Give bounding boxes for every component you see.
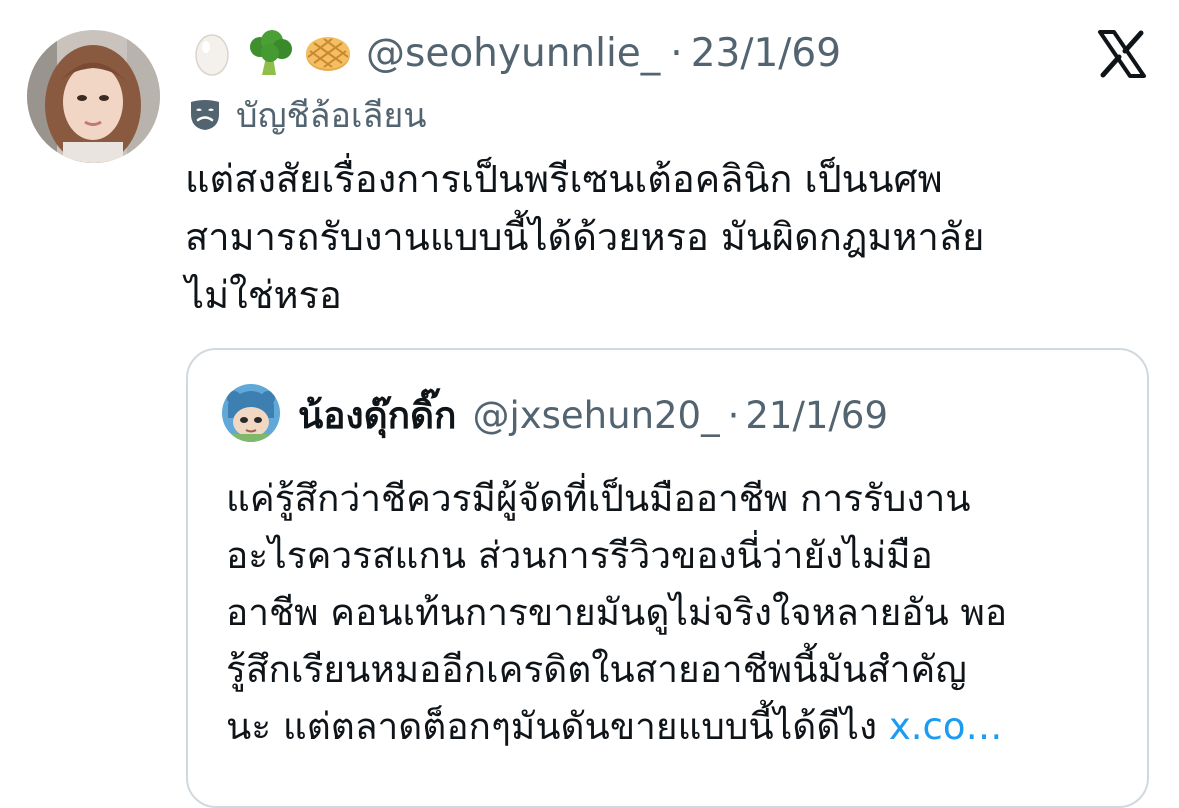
quoted-text-line-last: นะ แต่ตลาดต็อกๆมันดันขายแบบนี้ได้ดีไง x.…: [226, 698, 1126, 755]
tweet-header: @seohyunnlie_ · 23/1/69: [188, 24, 841, 82]
quoted-text-line: อะไรควรสแกน ส่วนการรีวิวของนี่ว่ายังไม่ม…: [226, 534, 933, 577]
tweet-text-line: ไม่ใช่หรอ: [185, 273, 342, 317]
quoted-text-line: นะ แต่ตลาดต็อกๆมันดันขายแบบนี้ได้ดีไง: [226, 705, 878, 748]
tweet-date[interactable]: 23/1/69: [691, 31, 841, 76]
quoted-tweet-body: แค่รู้สึกว่าชีควรมีผู้จัดที่เป็นมืออาชีพ…: [226, 470, 1126, 755]
mask-icon: [191, 100, 219, 130]
waffle-emoji: [306, 37, 350, 71]
parody-label-text: บัญชีล้อเลียน: [236, 96, 427, 136]
quoted-text-line: รู้สึกเรียนหมออีกเครดิตในสายอาชีพนี้มันส…: [226, 648, 967, 691]
quoted-header-separator: ·: [727, 393, 740, 437]
broccoli-emoji: [250, 30, 292, 75]
tweet-body: แต่สงสัยเรื่องการเป็นพรีเซนเต้อคลินิก เป…: [185, 150, 1105, 324]
quoted-tweet-date[interactable]: 21/1/69: [745, 394, 888, 437]
egg-emoji: [195, 34, 229, 76]
header-separator: ·: [670, 30, 683, 76]
parody-account-label: บัญชีล้อเลียน: [188, 90, 427, 140]
tweet-text-line: สามารถรับงานแบบนี้ได้ด้วยหรอ มันผิดกฎมหา…: [185, 215, 985, 259]
truncated-link[interactable]: x.co…: [889, 705, 1003, 748]
author-avatar[interactable]: [27, 30, 160, 163]
x-logo-icon[interactable]: [1097, 30, 1147, 78]
author-handle[interactable]: @seohyunnlie_: [366, 31, 660, 76]
quoted-author-avatar[interactable]: [222, 384, 280, 442]
quoted-tweet-card[interactable]: น้องดุ๊กดิ๊ก @jxsehun20_ · 21/1/69 แค่รู…: [186, 348, 1149, 808]
quoted-author-name[interactable]: น้องดุ๊กดิ๊ก: [298, 386, 456, 445]
tweet-text-line: แต่สงสัยเรื่องการเป็นพรีเซนเต้อคลินิก เป…: [185, 157, 943, 201]
quoted-text-line: แค่รู้สึกว่าชีควรมีผู้จัดที่เป็นมืออาชีพ…: [226, 477, 971, 520]
quoted-author-handle[interactable]: @jxsehun20_: [472, 394, 719, 437]
quoted-tweet-header: น้องดุ๊กดิ๊ก @jxsehun20_ · 21/1/69: [298, 388, 888, 442]
quoted-text-line: อาชีพ คอนเท้นการขายมันดูไม่จริงใจหลายอัน…: [226, 591, 1008, 634]
